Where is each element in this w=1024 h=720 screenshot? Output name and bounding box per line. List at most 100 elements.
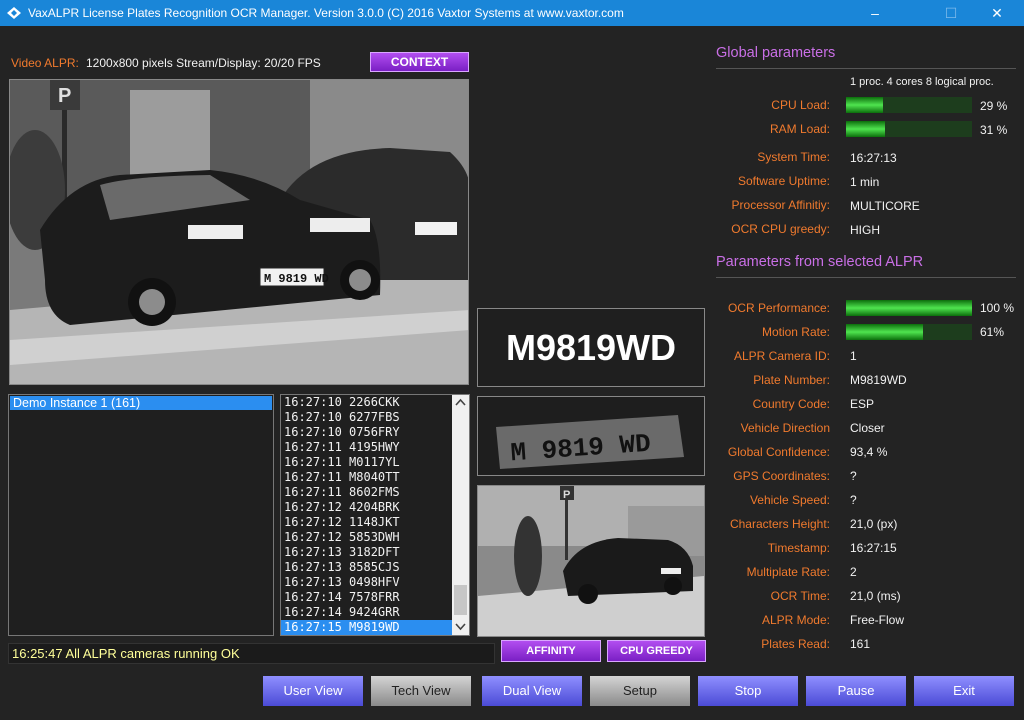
ocr-performance-bar — [846, 300, 972, 316]
status-message: 16:25:47 All ALPR cameras running OK — [8, 643, 495, 664]
video-stream-info: 1200x800 pixels Stream/Display: 20/20 FP… — [86, 56, 321, 70]
window-titlebar: VaxALPR License Plates Recognition OCR M… — [0, 0, 1024, 26]
param-value: Closer — [850, 421, 885, 435]
video-alpr-label: Video ALPR: — [11, 56, 79, 70]
list-item-selected[interactable]: 16:27:15 M9819WD — [281, 620, 469, 635]
param-label: Vehicle Speed: — [749, 493, 830, 507]
setup-button[interactable]: Setup — [590, 676, 690, 706]
video-frame: P M 9819 WD — [9, 79, 469, 385]
global-parameters-heading: Global parameters — [716, 45, 836, 61]
pause-button[interactable]: Pause — [806, 676, 906, 706]
param-value: 161 — [850, 637, 871, 651]
param-label: Processor Affinitiy: — [731, 198, 830, 212]
param-value: 21,0 (ms) — [850, 589, 901, 603]
param-label: Timestamp: — [767, 541, 830, 555]
param-label: OCR Time: — [770, 589, 830, 603]
ram-load-bar — [846, 121, 972, 137]
cpu-load-label: CPU Load: — [771, 98, 830, 112]
cpu-info: 1 proc. 4 cores 8 logical proc. — [850, 76, 994, 88]
list-item[interactable]: 16:27:13 0498HFV — [281, 575, 469, 590]
cpu-load-value: 29 % — [980, 99, 1008, 113]
ram-load-label: RAM Load: — [769, 122, 830, 136]
param-value: 2 — [850, 565, 857, 579]
plate-list-scrollbar[interactable] — [452, 395, 469, 635]
param-label: OCR CPU greedy: — [731, 222, 830, 236]
close-button[interactable]: ✕ — [974, 0, 1020, 26]
param-label: ALPR Camera ID: — [733, 349, 830, 363]
list-item[interactable]: 16:27:10 2266CKK — [281, 395, 469, 410]
param-value: ESP — [850, 397, 875, 411]
stop-button[interactable]: Stop — [698, 676, 798, 706]
param-label: Software Uptime: — [737, 174, 830, 188]
video-plate-text: M 9819 WD — [264, 272, 329, 286]
minimize-button[interactable]: – — [852, 0, 898, 26]
street-scene-image: P M 9819 WD — [10, 80, 468, 384]
list-item[interactable]: 16:27:11 8602FMS — [281, 485, 469, 500]
motion-rate-label: Motion Rate: — [761, 325, 830, 339]
user-view-button[interactable]: User View — [263, 676, 363, 706]
param-label: Characters Height: — [729, 517, 830, 531]
param-value: 1 min — [850, 175, 880, 189]
app-logo-icon — [7, 7, 21, 19]
selected-alpr-heading: Parameters from selected ALPR — [716, 254, 924, 270]
motion-rate-bar — [846, 324, 972, 340]
param-label: Multiplate Rate: — [746, 565, 830, 579]
param-label: System Time: — [757, 150, 830, 164]
ocr-performance-fill — [846, 300, 972, 316]
ocr-performance-label: OCR Performance: — [727, 301, 830, 315]
dual-view-button[interactable]: Dual View — [482, 676, 582, 706]
list-item[interactable]: 16:27:10 0756FRY — [281, 425, 469, 440]
affinity-button[interactable]: AFFINITY — [501, 640, 601, 662]
param-label: GPS Coordinates: — [733, 469, 830, 483]
scroll-up-arrow-icon[interactable] — [455, 398, 466, 406]
param-label: Plates Read: — [761, 637, 830, 651]
param-value: M9819WD — [850, 373, 907, 387]
param-value: 1 — [850, 349, 857, 363]
list-item[interactable]: 16:27:11 M0117YL — [281, 455, 469, 470]
param-value: ? — [850, 469, 857, 483]
maximize-button[interactable]: ☐ — [928, 0, 974, 26]
motion-rate-fill — [846, 324, 923, 340]
list-item[interactable]: 16:27:12 5853DWH — [281, 530, 469, 545]
list-item[interactable]: 16:27:10 6277FBS — [281, 410, 469, 425]
motion-rate-value: 61% — [980, 325, 1005, 339]
param-value: ? — [850, 493, 857, 507]
global-separator — [716, 68, 1016, 69]
cpu-load-fill — [846, 97, 883, 113]
param-value: 21,0 (px) — [850, 517, 898, 531]
param-value: 93,4 % — [850, 445, 888, 459]
list-item[interactable]: 16:27:12 4204BRK — [281, 500, 469, 515]
main-panel: Video ALPR: 1200x800 pixels Stream/Displ… — [0, 26, 1024, 720]
cpu-load-bar — [846, 97, 972, 113]
param-label: Plate Number: — [753, 373, 830, 387]
list-item[interactable]: 16:27:13 8585CJS — [281, 560, 469, 575]
svg-text:P: P — [58, 85, 71, 107]
param-label: ALPR Mode: — [761, 613, 830, 627]
selected-separator — [716, 277, 1016, 278]
scroll-down-arrow-icon[interactable] — [455, 623, 466, 631]
param-value: 16:27:13 — [850, 151, 897, 165]
list-item[interactable]: 16:27:14 9424GRR — [281, 605, 469, 620]
ocr-performance-value: 100 % — [980, 301, 1015, 315]
list-item[interactable]: 16:27:11 M8040TT — [281, 470, 469, 485]
param-value: HIGH — [850, 223, 880, 237]
plate-reads-list[interactable]: 16:27:10 2266CKK 16:27:10 6277FBS 16:27:… — [280, 394, 470, 636]
ram-load-value: 31 % — [980, 123, 1008, 137]
param-label: Vehicle Direction — [740, 421, 830, 435]
exit-button[interactable]: Exit — [914, 676, 1014, 706]
tech-view-button[interactable]: Tech View — [371, 676, 471, 706]
list-item[interactable]: 16:27:14 7578FRR — [281, 590, 469, 605]
list-item[interactable]: 16:27:12 1148JKT — [281, 515, 469, 530]
list-item[interactable]: 16:27:11 4195HWY — [281, 440, 469, 455]
svg-text:P: P — [563, 489, 570, 501]
param-value: 16:27:15 — [850, 541, 897, 555]
list-item[interactable]: 16:27:13 3182DFT — [281, 545, 469, 560]
scrollbar-thumb[interactable] — [454, 585, 467, 615]
param-label: Global Confidence: — [727, 445, 830, 459]
instance-list[interactable]: Demo Instance 1 (161) — [8, 394, 274, 636]
window-title: VaxALPR License Plates Recognition OCR M… — [28, 6, 624, 20]
list-item[interactable]: Demo Instance 1 (161) — [10, 396, 272, 410]
param-label: Country Code: — [752, 397, 830, 411]
context-button[interactable]: CONTEXT — [370, 52, 469, 72]
param-value: Free-Flow — [850, 613, 905, 627]
